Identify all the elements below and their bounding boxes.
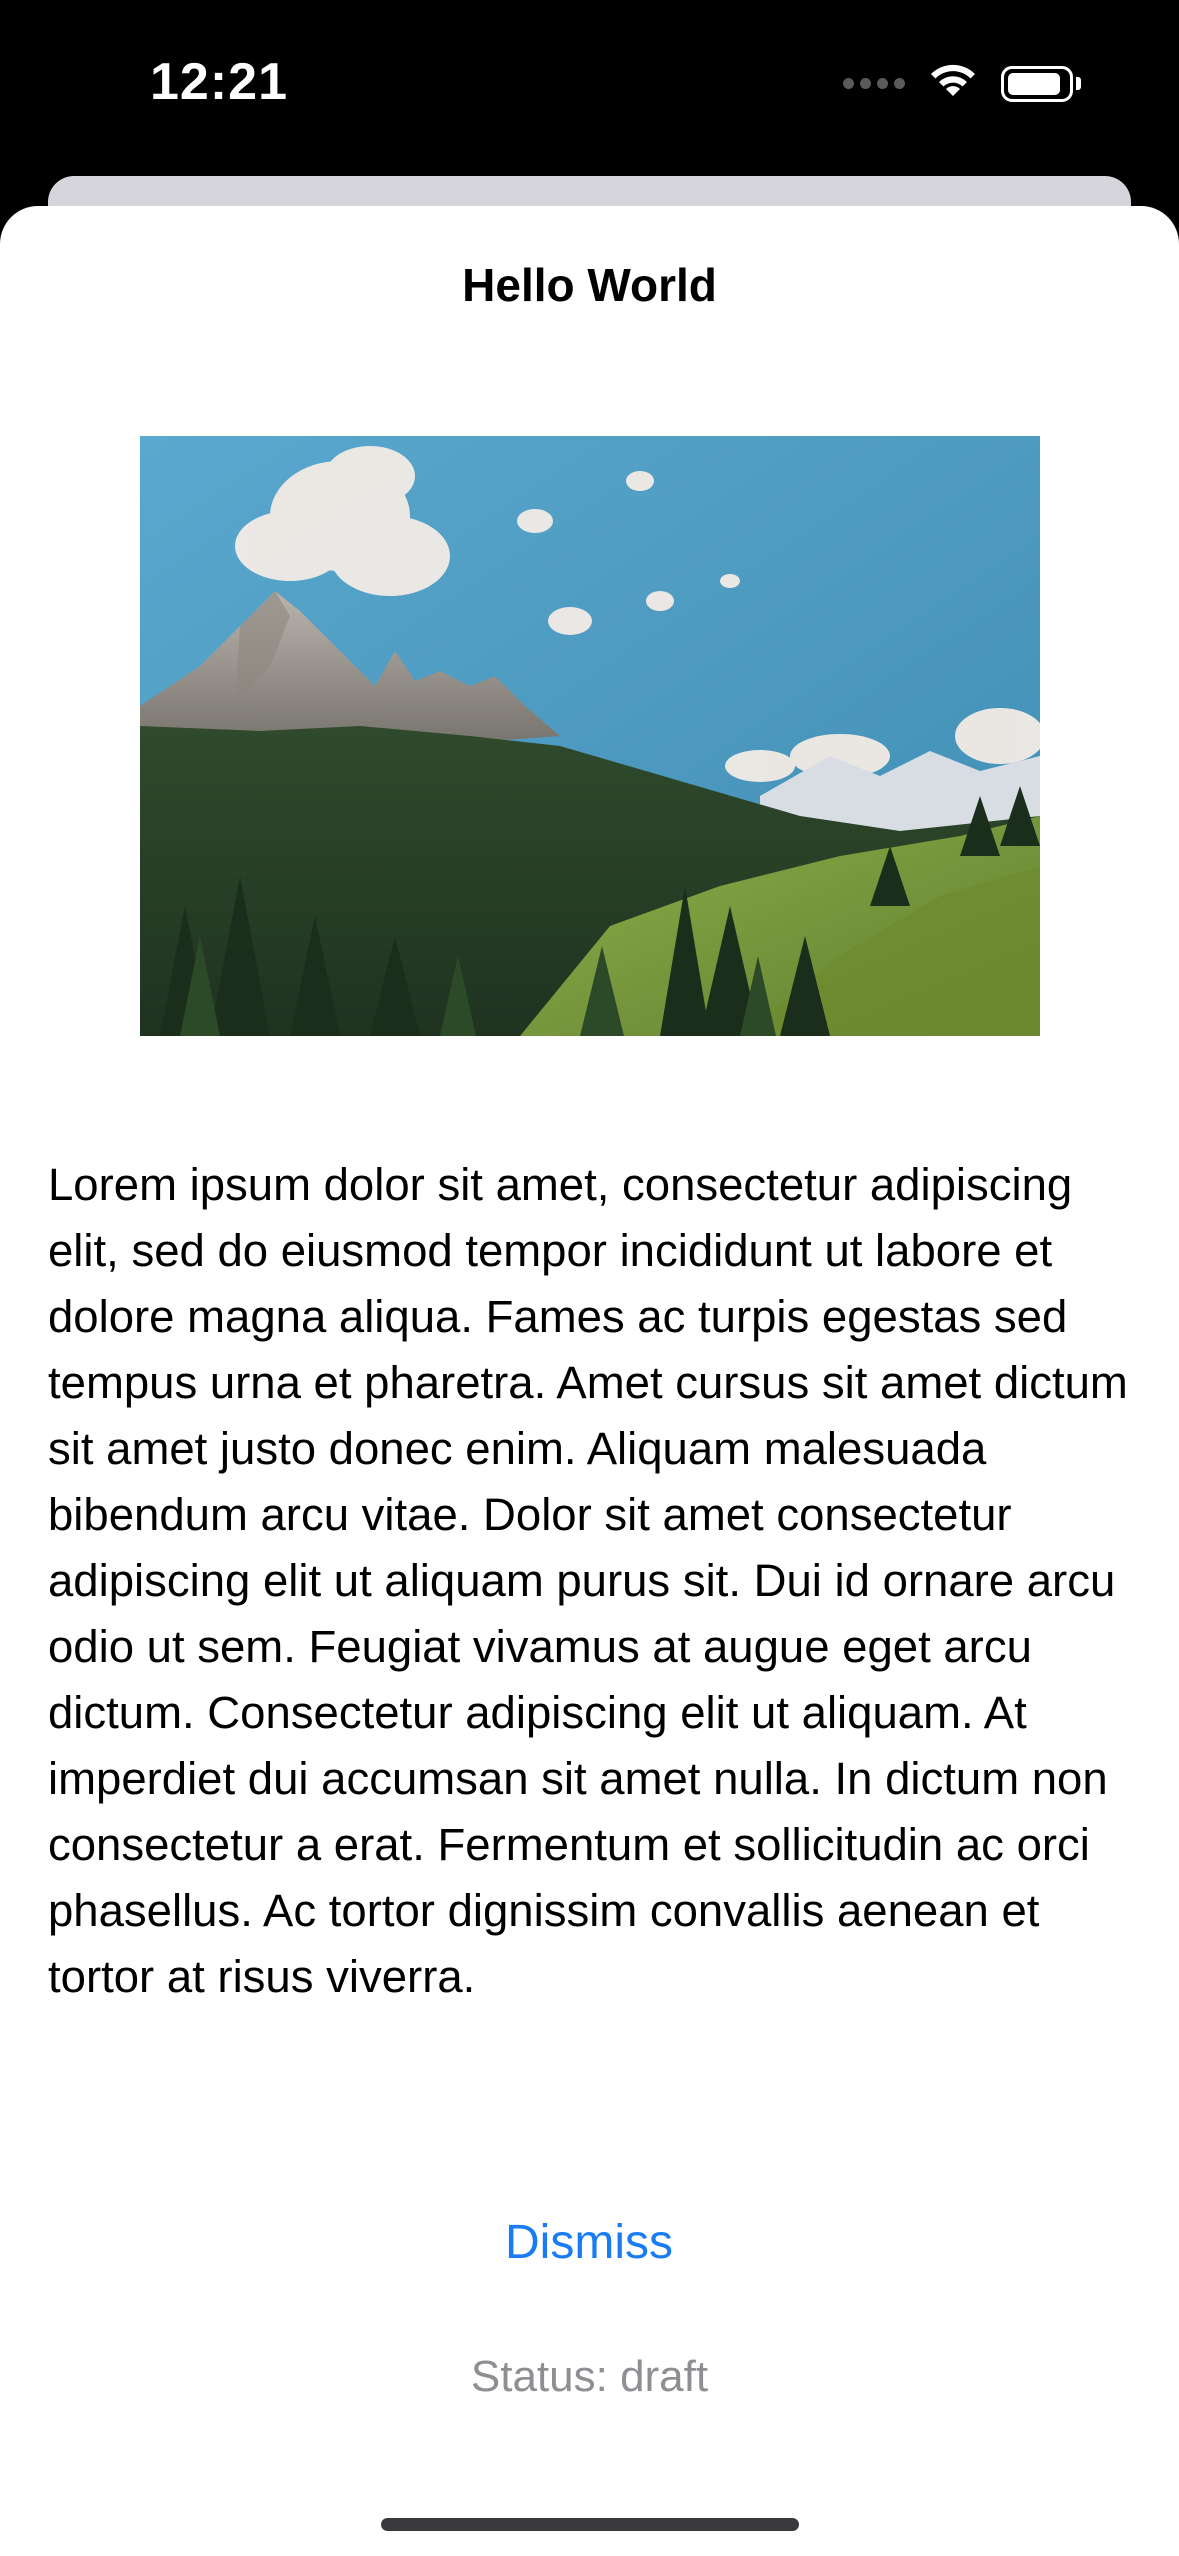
dismiss-button[interactable]: Dismiss: [389, 2202, 789, 2282]
status-label: Status: draft: [470, 2352, 709, 2401]
body-text: Lorem ipsum dolor sit amet, consectetur …: [48, 1159, 1128, 2002]
wifi-icon: [927, 62, 979, 105]
home-indicator[interactable]: [381, 2518, 799, 2531]
mountain-landscape-image: [140, 436, 1040, 1036]
modal-sheet: Hello World Lorem ipsum dolor sit amet, …: [0, 206, 1179, 2556]
status-time: 12:21: [150, 53, 288, 111]
status-indicators: [843, 62, 1081, 105]
battery-level: [1008, 72, 1061, 95]
status-bar: 12:21: [0, 0, 1179, 175]
cellular-signal-icon: [843, 78, 905, 89]
sheet-title: Hello World: [462, 259, 717, 311]
battery-icon: [1001, 65, 1081, 102]
